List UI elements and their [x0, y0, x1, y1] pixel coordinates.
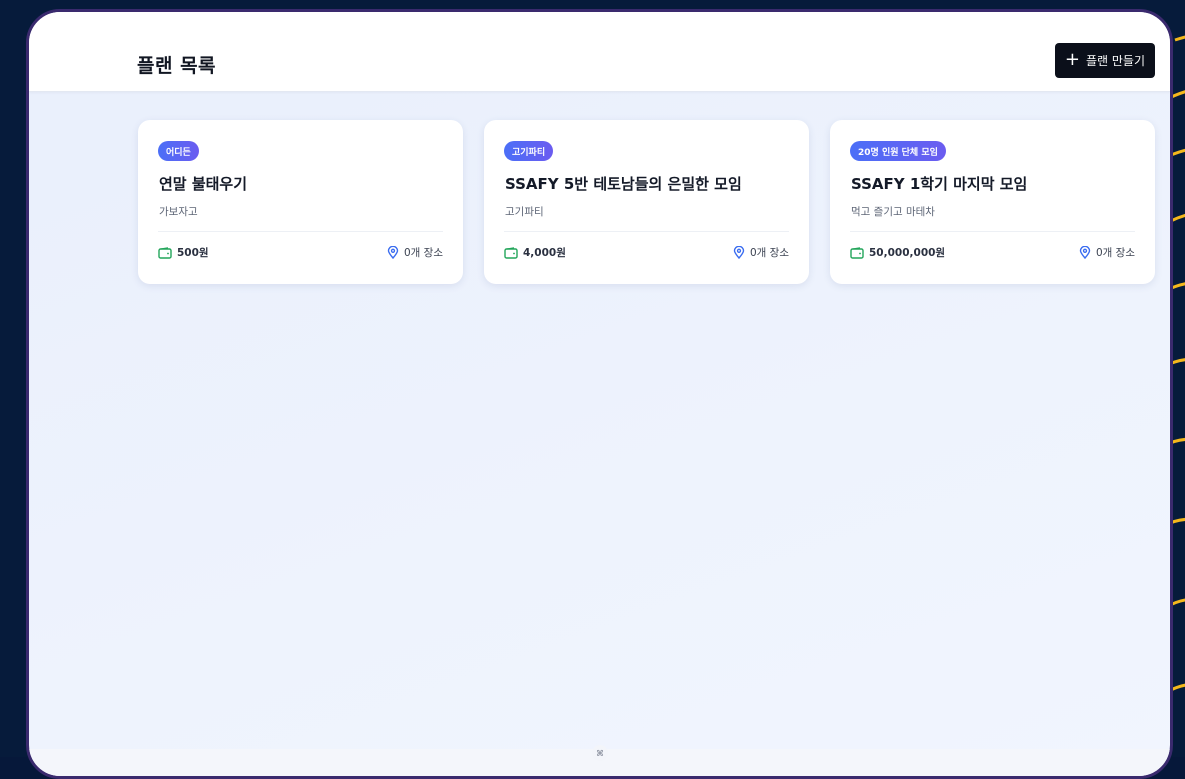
app-window: 플랜 목록 + 플랜 만들기 어디든 연말 불태우기 가보자고 500원 — [26, 9, 1173, 779]
plan-card[interactable]: 20명 인원 단체 모임 SSAFY 1학기 마지막 모임 먹고 즐기고 마테차… — [830, 120, 1155, 284]
plan-places: 0개 장소 — [733, 245, 789, 260]
wallet-icon — [850, 247, 864, 259]
plan-title: SSAFY 1학기 마지막 모임 — [851, 173, 1027, 194]
card-divider — [158, 231, 443, 232]
plan-budget-value: 50,000,000원 — [869, 245, 945, 260]
wallet-icon — [158, 247, 172, 259]
card-divider — [850, 231, 1135, 232]
plan-budget: 4,000원 — [504, 245, 566, 260]
card-divider — [504, 231, 789, 232]
plan-places: 0개 장소 — [387, 245, 443, 260]
plan-description: 고기파티 — [505, 204, 544, 219]
plus-icon: + — [1065, 51, 1080, 69]
plan-places-count: 0개 장소 — [404, 245, 443, 260]
plan-places: 0개 장소 — [1079, 245, 1135, 260]
map-pin-icon — [387, 246, 399, 259]
create-plan-button[interactable]: + 플랜 만들기 — [1055, 43, 1155, 78]
plan-budget: 500원 — [158, 245, 209, 260]
map-pin-icon — [733, 246, 745, 259]
page-title: 플랜 목록 — [137, 51, 216, 78]
plan-card[interactable]: 고기파티 SSAFY 5반 테토남들의 은밀한 모임 고기파티 4,000원 0… — [484, 120, 809, 284]
wallet-icon — [504, 247, 518, 259]
plan-card[interactable]: 어디든 연말 불태우기 가보자고 500원 0개 장소 — [138, 120, 463, 284]
plan-category-badge: 어디든 — [158, 141, 199, 161]
plan-budget: 50,000,000원 — [850, 245, 945, 260]
expand-handle-icon[interactable]: ⌘ — [592, 745, 608, 761]
plan-budget-value: 4,000원 — [523, 245, 566, 260]
create-plan-button-label: 플랜 만들기 — [1086, 52, 1145, 69]
plan-places-count: 0개 장소 — [1096, 245, 1135, 260]
plan-card-list: 어디든 연말 불태우기 가보자고 500원 0개 장소 — [138, 120, 1155, 284]
plan-title: 연말 불태우기 — [159, 173, 247, 194]
plan-description: 먹고 즐기고 마테차 — [851, 204, 935, 219]
plan-places-count: 0개 장소 — [750, 245, 789, 260]
plan-budget-value: 500원 — [177, 245, 209, 260]
plan-description: 가보자고 — [159, 204, 198, 219]
plan-category-badge: 20명 인원 단체 모임 — [850, 141, 946, 161]
map-pin-icon — [1079, 246, 1091, 259]
top-header: 플랜 목록 + 플랜 만들기 — [29, 12, 1170, 92]
plan-title: SSAFY 5반 테토남들의 은밀한 모임 — [505, 173, 742, 194]
plan-category-badge: 고기파티 — [504, 141, 553, 161]
